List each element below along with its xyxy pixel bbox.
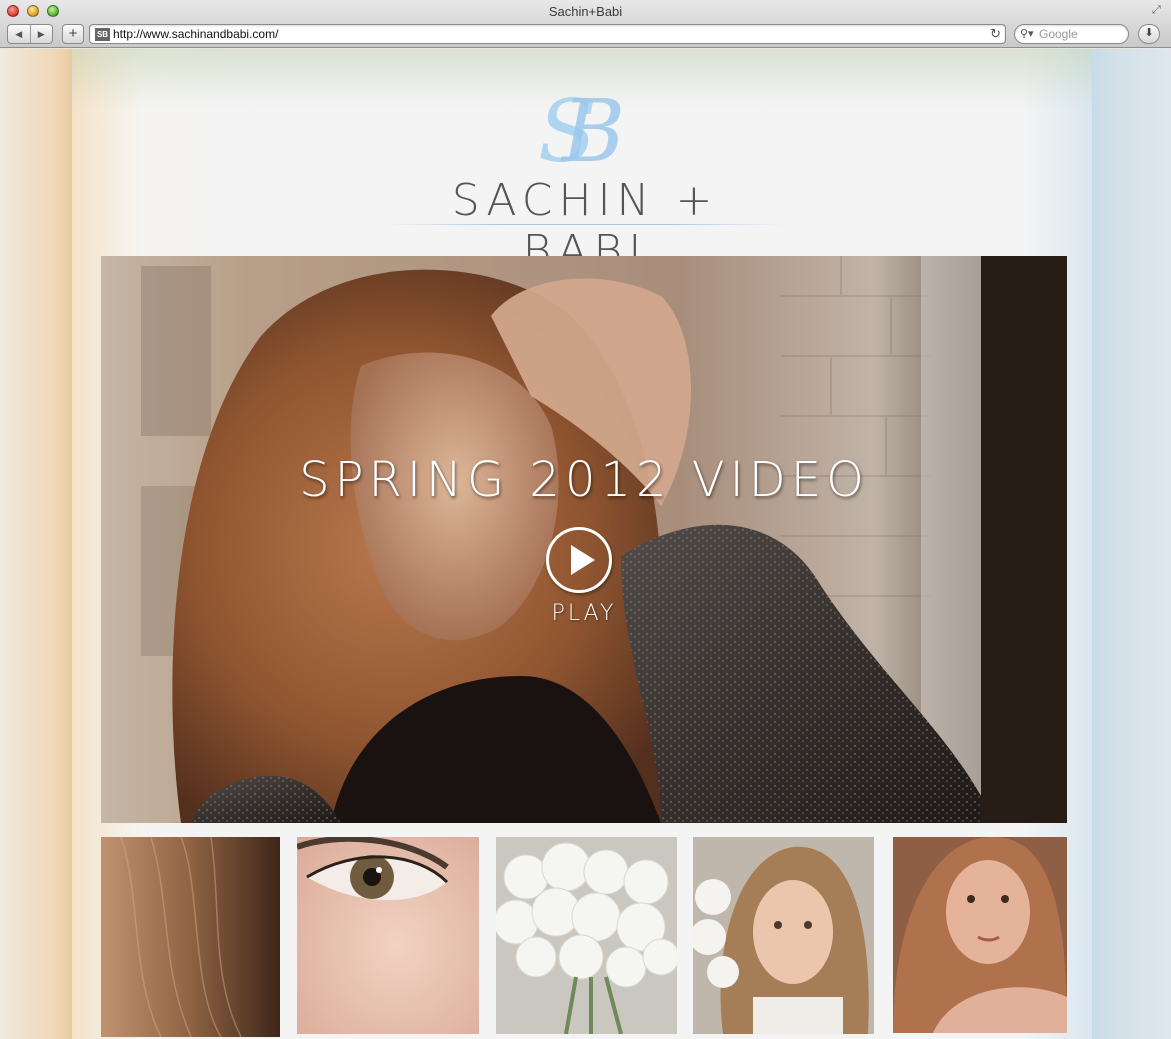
plus-icon: +	[68, 25, 78, 42]
hero-video-banner[interactable]: SPRING 2012 VIDEO PLAY	[101, 256, 1067, 823]
history-nav: ◀ ▶	[7, 24, 53, 44]
search-input[interactable]	[1039, 27, 1125, 41]
search-icon[interactable]: ⚲▾	[1020, 27, 1034, 40]
add-bookmark-button[interactable]: +	[62, 24, 84, 44]
search-field[interactable]: ⚲▾	[1014, 24, 1129, 44]
thumbnail-hair[interactable]	[101, 837, 280, 1037]
thumbnail-image	[893, 837, 1067, 1033]
download-icon: ⬇	[1144, 27, 1154, 39]
forward-arrow-icon: ▶	[37, 28, 45, 39]
thumbnail-image	[693, 837, 874, 1034]
play-button[interactable]	[546, 527, 612, 593]
browser-toolbar: ◀ ▶ + SB http://www.sachinandbabi.com/ ↻…	[0, 22, 1171, 48]
site-favicon: SB	[95, 28, 110, 41]
left-background-panel	[0, 49, 72, 1039]
thumbnail-model-flowers[interactable]	[693, 837, 874, 1034]
downloads-button[interactable]: ⬇	[1138, 24, 1160, 44]
window-title: Sachin+Babi	[548, 4, 623, 19]
address-bar[interactable]: SB http://www.sachinandbabi.com/ ↻	[89, 24, 1006, 44]
thumbnail-image	[297, 837, 479, 1034]
back-button[interactable]: ◀	[8, 25, 30, 43]
right-background-panel	[1092, 49, 1171, 1039]
thumbnail-flowers[interactable]	[496, 837, 677, 1034]
logo-divider	[384, 224, 786, 225]
reload-icon[interactable]: ↻	[990, 26, 1001, 42]
forward-button[interactable]: ▶	[29, 25, 53, 43]
url-text[interactable]: http://www.sachinandbabi.com/	[113, 27, 278, 41]
thumbnail-model-portrait[interactable]	[893, 837, 1067, 1033]
hero-title: SPRING 2012 VIDEO	[299, 452, 869, 508]
browser-chrome: Sachin+Babi ⤢ ◀ ▶ + SB http://www.sachin…	[0, 0, 1171, 48]
thumbnail-image	[101, 837, 280, 1037]
fullscreen-icon[interactable]: ⤢	[1152, 4, 1164, 16]
svg-text:B: B	[560, 82, 624, 169]
thumbnail-eye[interactable]	[297, 837, 479, 1034]
play-label[interactable]: PLAY	[101, 601, 1067, 626]
logo-monogram[interactable]: S B	[532, 81, 624, 169]
back-arrow-icon: ◀	[15, 28, 23, 39]
play-icon	[571, 545, 595, 575]
page-viewport: S B SACHIN + BABI SPRING 2012 VIDEO PLAY	[0, 49, 1171, 1039]
thumbnail-image	[496, 837, 677, 1034]
title-bar: Sachin+Babi ⤢	[0, 0, 1171, 22]
